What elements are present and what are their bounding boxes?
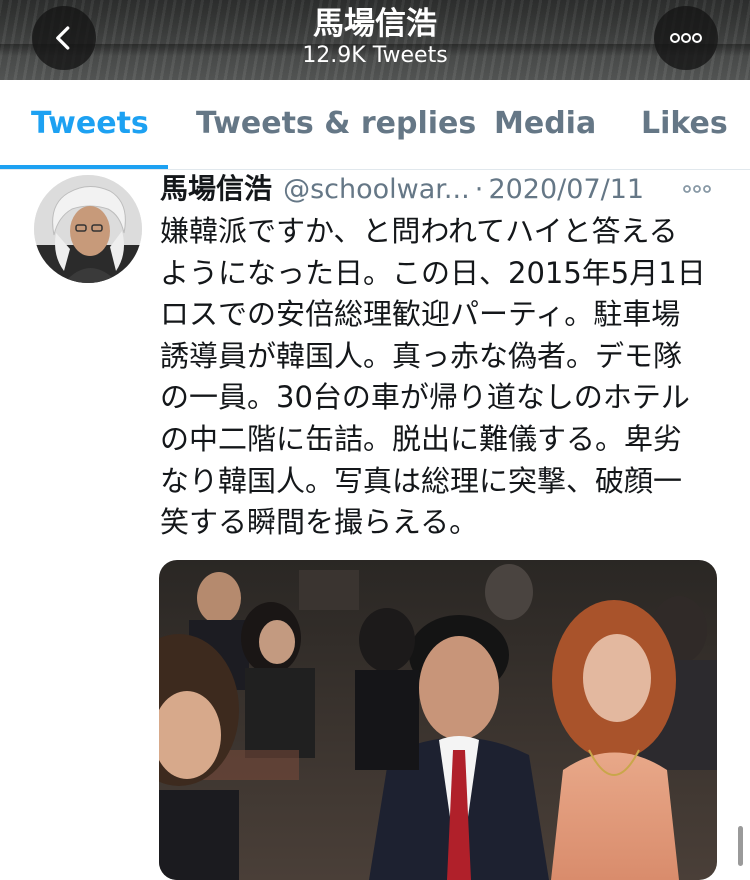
avatar[interactable] (34, 175, 142, 283)
more-horizontal-icon (670, 33, 702, 43)
active-tab-indicator (0, 165, 168, 169)
tab-likes[interactable]: Likes (641, 104, 728, 144)
tweet-text-line: ようになった日。この日、2015年5月1日 (160, 255, 706, 290)
author-handle[interactable]: @schoolwar... (283, 174, 470, 205)
back-button[interactable] (32, 6, 96, 70)
tab-tweets-and-replies[interactable]: Tweets & replies (196, 104, 476, 144)
meta-separator: · (474, 174, 484, 205)
tweet-options-button[interactable] (680, 176, 714, 202)
tweet-header: 馬場信浩 @schoolwar... · 2020/07/11 (160, 170, 720, 210)
chevron-left-icon (56, 26, 70, 50)
more-horizontal-icon (683, 185, 711, 193)
scrollbar[interactable] (738, 826, 743, 866)
profile-tabs: Tweets Tweets & replies Media Likes (0, 80, 750, 170)
header-title: 馬場信浩 (313, 6, 437, 42)
tweet-text-line: ロスでの安倍総理歓迎パーティ。駐車場 (160, 297, 681, 332)
tab-media[interactable]: Media (494, 104, 596, 144)
tweet-photo[interactable] (159, 560, 717, 880)
more-button[interactable] (654, 6, 718, 70)
tweet-text-line: なり韓国人。写真は総理に突撃、破顔一 (160, 463, 683, 498)
tweet-text-line: 嫌韓派ですか、と問われてハイと答える (160, 214, 678, 248)
author-name[interactable]: 馬場信浩 (160, 172, 272, 205)
tweet-text-line: 誘導員が韓国人。真っ赤な偽者。デモ隊 (160, 338, 683, 373)
tweet-date[interactable]: 2020/07/11 (488, 174, 644, 205)
header-tweet-count: 12.9K Tweets (302, 43, 448, 68)
tweet-text-line: の中二階に缶詰。脱出に難儀する。卑劣 (160, 421, 683, 456)
tweet-text-line: 笑する瞬間を撮らえる。 (160, 505, 479, 540)
tweet-text: 嫌韓派ですか、と問われてハイと答える ようになった日。この日、2015年5月1日… (160, 211, 720, 544)
avatar-photo (34, 175, 142, 283)
tab-tweets[interactable]: Tweets (31, 104, 149, 144)
photo-content (159, 560, 717, 880)
tweet-text-line: の一員。30台の車が帰り道なしのホテル (160, 380, 690, 415)
